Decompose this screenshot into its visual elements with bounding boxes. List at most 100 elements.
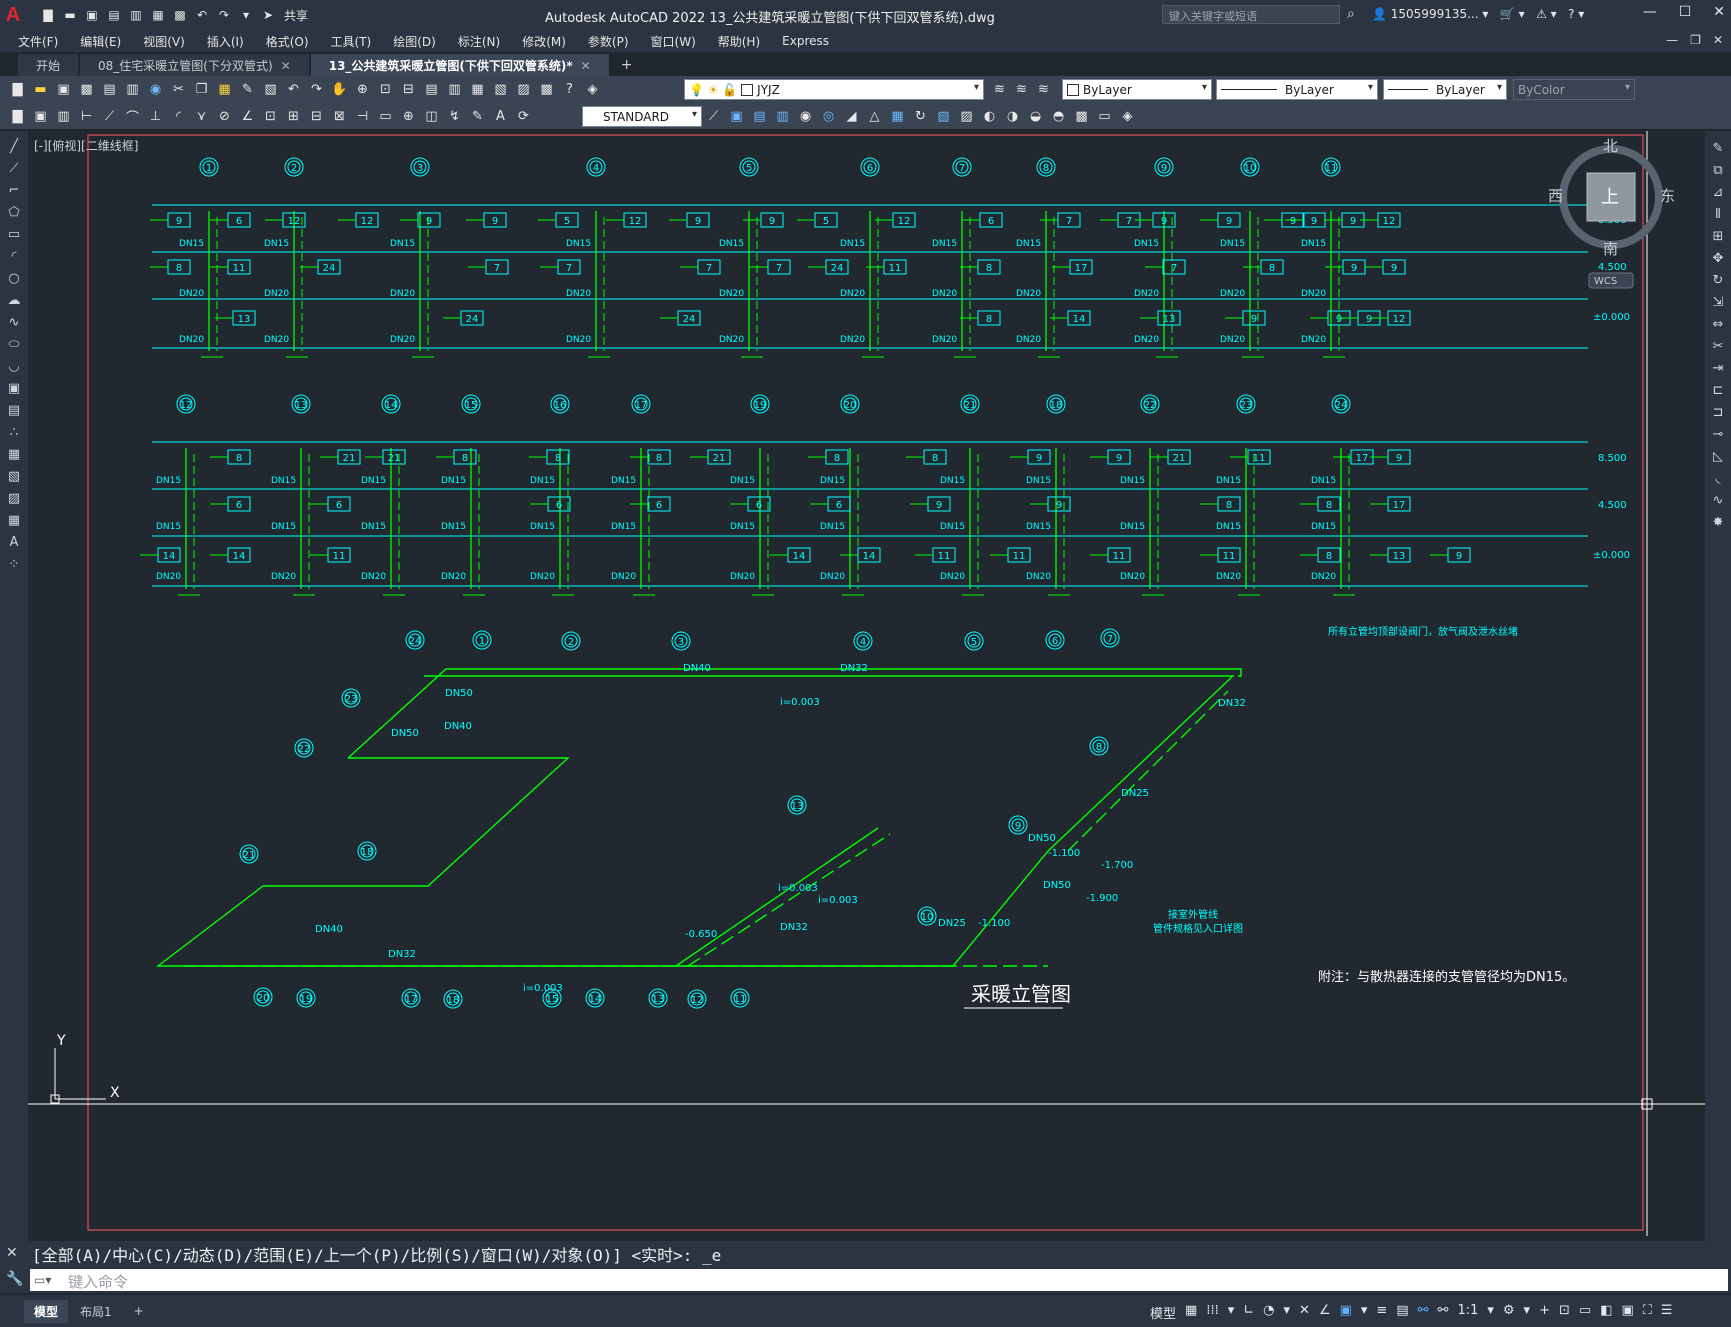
doc-minimize-icon[interactable]: — [1666,33,1678,47]
table-icon[interactable]: ▦ [5,511,23,530]
menu-modify[interactable]: 修改(M) [522,33,578,50]
markup-icon[interactable]: ▨ [514,80,533,99]
command-input[interactable] [30,1269,1728,1291]
cone-icon[interactable]: ▥ [773,107,792,126]
menu-express[interactable]: Express [782,34,841,48]
circle-icon[interactable]: ○ [5,269,23,288]
viewcube-top[interactable]: 上 [1601,187,1619,208]
quickcalc-icon[interactable]: ▩ [537,80,556,99]
continue-dim-icon[interactable]: ⊟ [307,107,326,126]
layer-properties-icon[interactable]: ◈ [583,80,602,99]
add-selected-icon[interactable]: ⁘ [5,555,23,574]
array-icon[interactable]: ⊞ [1709,227,1727,246]
close-icon[interactable]: ✕ [1713,4,1725,20]
isolate-objects-icon[interactable]: ◧ [1600,1303,1612,1322]
osnap-icon[interactable]: ▣ [1340,1303,1352,1322]
tab-start[interactable]: 开始 [18,54,79,76]
mirror-icon[interactable]: ⊿ [1709,183,1727,202]
compass-west[interactable]: 西 [1548,187,1563,205]
plot-icon[interactable]: ▩ [172,7,188,23]
annotation-visibility-icon[interactable]: ⚯ [1418,1303,1429,1322]
extrude-icon[interactable]: ▦ [888,107,907,126]
snap-icon[interactable]: ⁞⁞⁞ [1206,1303,1218,1322]
menu-view[interactable]: 视图(V) [143,33,197,50]
pan-icon[interactable]: ✋ [330,80,349,99]
diameter-dim-icon[interactable]: ⊘ [215,107,234,126]
break-point-icon[interactable]: ⊏ [1709,381,1727,400]
redo-icon[interactable]: ↷ [307,80,326,99]
osnap-dropdown-icon[interactable]: ▾ [1361,1303,1368,1322]
layout-tab-layout1[interactable]: 布局1 [70,1300,122,1323]
render-icon[interactable]: ◈ [1118,107,1137,126]
match-properties-icon[interactable]: ✎ [238,80,257,99]
compass-north[interactable]: 北 [1603,137,1618,155]
union-icon[interactable]: ◐ [980,107,999,126]
make-current-icon[interactable]: ≋ [990,80,1009,99]
join-icon[interactable]: ⊸ [1709,425,1727,444]
model-space-button[interactable]: 模型 [1150,1303,1176,1322]
copy-icon[interactable]: ❐ [192,80,211,99]
textstyle-combo[interactable]: STANDARD ▾ [582,106,702,127]
subtract-icon[interactable]: ◑ [1003,107,1022,126]
search-input[interactable]: 键入关键字或短语 [1162,5,1340,24]
new-doc-icon[interactable]: ▇ [8,107,27,126]
open-icon[interactable]: ▬ [31,80,50,99]
box-icon[interactable]: ▣ [727,107,746,126]
revcloud-icon[interactable]: ☁ [5,291,23,310]
slice-icon[interactable]: ◓ [1049,107,1068,126]
break-icon[interactable]: ⊐ [1709,403,1727,422]
color-combo[interactable]: ByLayer ▾ [1062,79,1212,100]
menu-edit[interactable]: 编辑(E) [80,33,133,50]
scale-icon[interactable]: ⇲ [1709,293,1727,312]
layer-states-icon[interactable]: ≋ [1034,80,1053,99]
pyramid-icon[interactable]: △ [865,107,884,126]
menu-format[interactable]: 格式(O) [266,33,321,50]
intersect-icon[interactable]: ◒ [1026,107,1045,126]
tool-palettes-icon[interactable]: ▦ [468,80,487,99]
annotation-monitor-icon[interactable]: + [1539,1303,1550,1322]
insert-block-icon[interactable]: ▣ [5,379,23,398]
arc-icon[interactable]: ◜ [5,247,23,266]
properties-icon[interactable]: ▤ [422,80,441,99]
menu-tools[interactable]: 工具(T) [331,33,384,50]
user-account[interactable]: 👤 1505999135... ▾ 🛒 ▾ ⚠ ▾ ? ▾ [1372,7,1584,21]
block-editor-icon[interactable]: ▧ [261,80,280,99]
make-block-icon[interactable]: ▤ [5,401,23,420]
minimize-icon[interactable]: — [1643,4,1657,20]
arc-length-icon[interactable]: ⌒ [123,107,142,126]
units-icon[interactable]: ⊡ [1559,1303,1570,1322]
new-tab-icon[interactable]: + [621,57,633,76]
qa-dropdown-icon[interactable]: ▾ [238,7,254,23]
sweep-icon[interactable]: ▧ [934,107,953,126]
dwf-icon[interactable]: ◉ [146,80,165,99]
zoom-previous-icon[interactable]: ⊟ [399,80,418,99]
save-icon[interactable]: ▣ [54,80,73,99]
menu-file[interactable]: 文件(F) [18,33,70,50]
region-icon[interactable]: ▨ [5,489,23,508]
baseline-dim-icon[interactable]: ⊞ [284,107,303,126]
loft-icon[interactable]: ▨ [957,107,976,126]
gradient-icon[interactable]: ▧ [5,467,23,486]
lineweight-icon[interactable]: ≡ [1376,1303,1387,1322]
recent-commands-icon[interactable]: ▭▾ [34,1273,51,1287]
publish-doc-icon[interactable]: ▥ [54,107,73,126]
open-file-icon[interactable]: ▬ [62,7,78,23]
add-layout-icon[interactable]: + [124,1301,154,1321]
close-command-icon[interactable]: ✕ [6,1245,18,1261]
erase-icon[interactable]: ✎ [1709,139,1727,158]
redo-icon[interactable]: ↷ [216,7,232,23]
share-button[interactable]: 共享 [284,7,308,24]
zoom-window-icon[interactable]: ⊡ [376,80,395,99]
paste-icon[interactable]: ▦ [215,80,234,99]
stretch-icon[interactable]: ⇔ [1709,315,1727,334]
compass-south[interactable]: 南 [1603,240,1618,258]
section-icon[interactable]: ▩ [1072,107,1091,126]
torus-icon[interactable]: ◎ [819,107,838,126]
ellipse-arc-icon[interactable]: ◡ [5,357,23,376]
menu-dimension[interactable]: 标注(N) [458,33,512,50]
new-file-icon[interactable]: ▇ [40,7,56,23]
layout-tab-model[interactable]: 模型 [24,1299,69,1323]
angular-dim-icon[interactable]: ∠ [238,107,257,126]
revolve-icon[interactable]: ↻ [911,107,930,126]
dim-text-edit-icon[interactable]: A [491,107,510,126]
